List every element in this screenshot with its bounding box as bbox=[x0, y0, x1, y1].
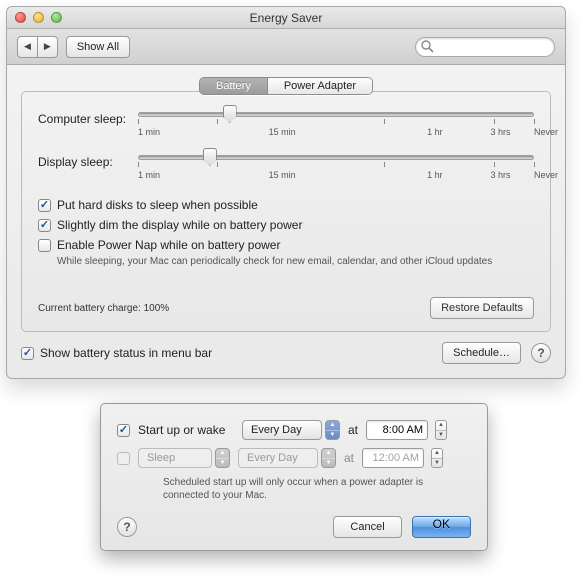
sheet-help-button[interactable]: ? bbox=[117, 517, 137, 537]
sleep-time-stepper[interactable]: ▲▼ bbox=[431, 448, 443, 468]
display-sleep-label: Display sleep: bbox=[38, 155, 138, 169]
tab-battery[interactable]: Battery bbox=[200, 78, 267, 94]
sleep-day-select[interactable]: Every Day bbox=[238, 448, 318, 468]
computer-sleep-label: Computer sleep: bbox=[38, 112, 138, 126]
schedule-button[interactable]: Schedule… bbox=[442, 342, 521, 364]
restore-defaults-button[interactable]: Restore Defaults bbox=[430, 297, 534, 319]
minimize-icon[interactable] bbox=[33, 12, 44, 23]
display-sleep-slider[interactable]: 1 min 15 min 1 hr 3 hrs Never bbox=[138, 155, 534, 180]
toolbar: ◀ ▶ Show All bbox=[7, 29, 565, 65]
menubar-status-label: Show battery status in menu bar bbox=[40, 346, 212, 360]
forward-button[interactable]: ▶ bbox=[38, 36, 58, 58]
zoom-icon[interactable] bbox=[51, 12, 62, 23]
menubar-status-checkbox[interactable] bbox=[21, 347, 34, 360]
startup-time-field[interactable] bbox=[366, 420, 428, 440]
sleep-checkbox[interactable] bbox=[117, 452, 130, 465]
startup-day-stepper[interactable]: ▲▼ bbox=[325, 420, 340, 440]
tab-power-adapter[interactable]: Power Adapter bbox=[267, 78, 372, 94]
window-title: Energy Saver bbox=[250, 11, 323, 25]
search-icon bbox=[421, 40, 434, 56]
cancel-button[interactable]: Cancel bbox=[333, 516, 401, 538]
back-button[interactable]: ◀ bbox=[17, 36, 38, 58]
ok-button[interactable]: OK bbox=[412, 516, 471, 538]
power-nap-note: While sleeping, your Mac can periodicall… bbox=[57, 256, 534, 267]
search-input[interactable] bbox=[415, 37, 555, 57]
show-all-button[interactable]: Show All bbox=[66, 36, 130, 58]
power-source-tabs: Battery Power Adapter bbox=[199, 77, 373, 95]
sleep-action-select[interactable]: Sleep bbox=[138, 448, 212, 468]
energy-saver-window: Energy Saver ◀ ▶ Show All Battery Power … bbox=[6, 6, 566, 379]
startup-checkbox[interactable] bbox=[117, 424, 130, 437]
hdd-sleep-label: Put hard disks to sleep when possible bbox=[57, 198, 258, 212]
battery-charge-status: Current battery charge: 100% bbox=[38, 303, 169, 314]
schedule-note: Scheduled start up will only occur when … bbox=[163, 476, 471, 502]
startup-label: Start up or wake bbox=[138, 423, 234, 437]
titlebar: Energy Saver bbox=[7, 7, 565, 29]
hdd-sleep-checkbox[interactable] bbox=[38, 199, 51, 212]
startup-time-stepper[interactable]: ▲▼ bbox=[435, 420, 447, 440]
sleep-time-field[interactable] bbox=[362, 448, 424, 468]
schedule-sheet: Start up or wake Every Day ▲▼ at ▲▼ Slee… bbox=[100, 403, 488, 551]
settings-group: Computer sleep: 1 min 15 min 1 hr 3 hrs … bbox=[21, 91, 551, 332]
startup-day-select[interactable]: Every Day bbox=[242, 420, 322, 440]
power-nap-checkbox[interactable] bbox=[38, 239, 51, 252]
power-nap-label: Enable Power Nap while on battery power bbox=[57, 238, 280, 252]
computer-sleep-slider[interactable]: 1 min 15 min 1 hr 3 hrs Never bbox=[138, 112, 534, 137]
sleep-action-stepper[interactable]: ▲▼ bbox=[215, 448, 230, 468]
dim-display-checkbox[interactable] bbox=[38, 219, 51, 232]
close-icon[interactable] bbox=[15, 12, 26, 23]
dim-display-label: Slightly dim the display while on batter… bbox=[57, 218, 302, 232]
help-button[interactable]: ? bbox=[531, 343, 551, 363]
sleep-day-stepper[interactable]: ▲▼ bbox=[321, 448, 336, 468]
